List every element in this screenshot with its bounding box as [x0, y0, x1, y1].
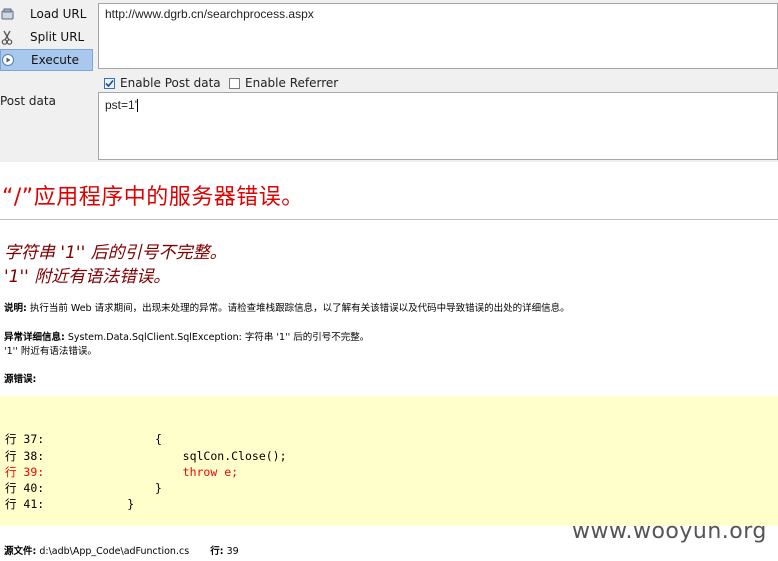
enable-referrer-checkbox[interactable]: Enable Referrer	[229, 74, 338, 92]
line-number: 39	[226, 546, 239, 557]
exception-details: 异常详细信息: System.Data.SqlClient.SqlExcepti…	[4, 329, 369, 343]
source-error-label-text: 源错误:	[4, 374, 37, 385]
checkbox-unchecked-icon	[229, 77, 240, 89]
code-line-highlighted: 行 39: throw e;	[5, 465, 239, 479]
code-line: 行 38: sqlCon.Close();	[5, 449, 287, 463]
source-file-path: d:\adb\App_Code\adFunction.cs	[39, 546, 190, 557]
post-data-value: pst=1'	[105, 98, 137, 112]
line-label: 行:	[210, 546, 224, 557]
enable-post-label: Enable Post data	[120, 76, 221, 90]
execute-label: Execute	[31, 53, 79, 67]
code-line: 行 40: }	[5, 481, 162, 495]
enable-post-checkbox[interactable]: Enable Post data	[104, 74, 221, 92]
hackbar-toolbar: Load URL Split URL Execute http://www.dg…	[0, 0, 778, 162]
source-file-label: 源文件:	[4, 546, 37, 557]
enable-referrer-label: Enable Referrer	[245, 76, 339, 90]
source-file-info: 源文件: d:\adb\App_Code\adFunction.cs 行: 39	[4, 543, 239, 557]
source-error-label: 源错误:	[4, 371, 36, 385]
scissors-icon	[0, 29, 14, 45]
load-url-button[interactable]: Load URL	[0, 3, 93, 25]
load-url-label: Load URL	[30, 7, 87, 21]
exception-details-line2: '1'' 附近有语法错误。	[4, 346, 97, 357]
code-line: 行 41: }	[5, 497, 135, 511]
description-text: 执行当前 Web 请求期间，出现未处理的异常。请检查堆栈跟踪信息，以了解有关该错…	[29, 303, 570, 314]
load-url-icon	[0, 6, 14, 22]
exception-details-text: System.Data.SqlClient.SqlException: 字符串 …	[67, 332, 370, 343]
error-subtitle-2: '1'' 附近有语法错误。	[4, 267, 171, 287]
description: 说明: 执行当前 Web 请求期间，出现未处理的异常。请检查堆栈跟踪信息，以了解…	[4, 300, 570, 314]
watermark: www.wooyun.org	[572, 519, 767, 544]
post-data-input[interactable]: pst=1'	[98, 92, 778, 160]
execute-button[interactable]: Execute	[0, 49, 93, 71]
split-url-label: Split URL	[30, 30, 85, 44]
exception-details-label: 异常详细信息:	[4, 332, 65, 343]
code-line: 行 37: {	[5, 432, 162, 446]
play-icon	[1, 52, 15, 68]
text-caret	[136, 99, 138, 113]
post-data-label: Post data	[0, 94, 56, 108]
checkbox-checked-icon	[104, 77, 115, 89]
error-subtitle-1: 字符串 '1'' 后的引号不完整。	[4, 243, 227, 263]
description-label: 说明:	[4, 303, 27, 314]
split-url-button[interactable]: Split URL	[0, 26, 93, 48]
url-input[interactable]: http://www.dgrb.cn/searchprocess.aspx	[98, 3, 778, 69]
page-title: “/”应用程序中的服务器错误。	[2, 185, 304, 210]
divider	[0, 219, 778, 220]
